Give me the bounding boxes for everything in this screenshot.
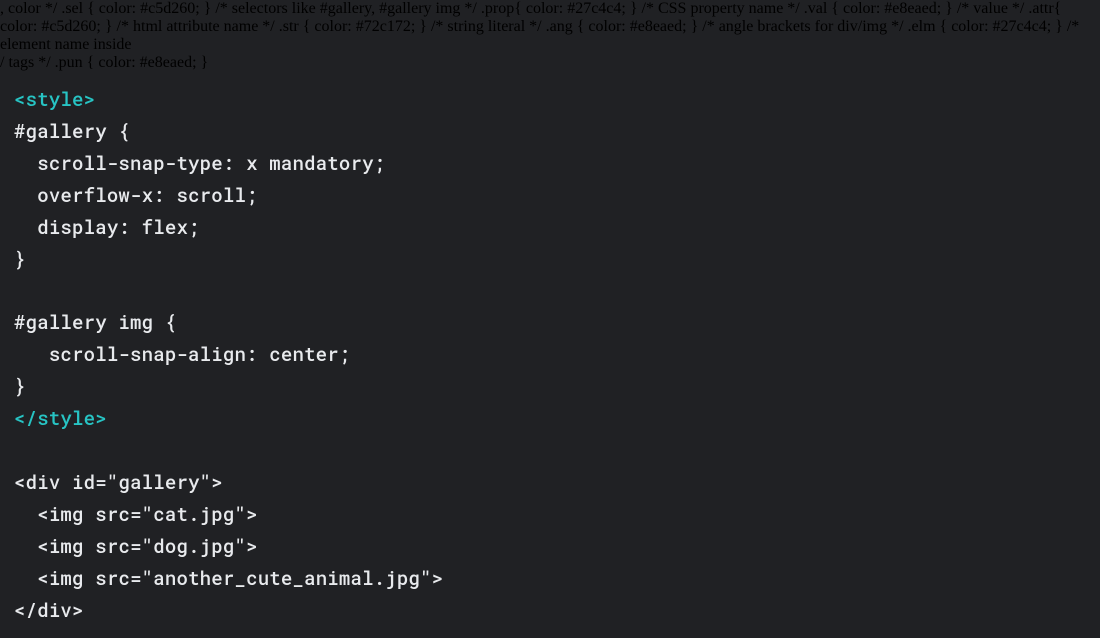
code-token: = [130,534,142,559]
code-token: } [14,247,26,272]
code-token: #gallery img [14,310,153,335]
code-line: scroll-snap-align: center; [14,342,351,367]
code-token: ; [188,215,200,240]
code-token: } [14,374,26,399]
code-token: : [246,342,269,367]
code-token: img [49,534,84,559]
code-token [14,215,37,240]
code-token: img [49,502,84,527]
code-token: src [95,502,130,527]
code-token [14,342,49,367]
code-line: <img src="dog.jpg"> [14,534,258,559]
code-token: > [432,566,444,591]
code-block: <style> #gallery { scroll-snap-type: x m… [0,72,1100,638]
code-line: </div> [14,598,84,623]
code-token [60,470,72,495]
code-token: < [37,534,49,559]
code-token: id [72,470,95,495]
code-token [84,502,96,527]
code-token: src [95,566,130,591]
code-line: <style> [14,87,95,112]
code-token: = [130,566,142,591]
code-token: "gallery" [107,470,211,495]
code-token: : [118,215,141,240]
code-token: div [26,470,61,495]
code-token: scroll-snap-align [49,342,246,367]
code-token: img [49,566,84,591]
code-token: : [223,151,246,176]
code-line: <img src="another_cute_animal.jpg"> [14,566,443,591]
code-line: #gallery img { [14,310,176,335]
code-line: <div id="gallery"> [14,470,223,495]
code-token [14,534,37,559]
code-token: < [37,502,49,527]
code-line: #gallery { [14,119,130,144]
code-token: scroll-snap-type [37,151,223,176]
code-token: "dog.jpg" [142,534,246,559]
code-token: { [153,310,176,335]
code-token: < [37,566,49,591]
code-token [14,183,37,208]
code-token [84,534,96,559]
code-token: > [246,502,258,527]
code-token: = [130,502,142,527]
code-token: < [14,470,26,495]
code-token: overflow-x [37,183,153,208]
code-token: > [211,470,223,495]
code-line: } [14,247,26,272]
code-line: display: flex; [14,215,200,240]
code-token: <style> [14,87,95,112]
code-token: center [269,342,339,367]
code-token: > [246,534,258,559]
code-token: div [37,598,72,623]
code-token [14,566,37,591]
code-line: <img src="cat.jpg"> [14,502,258,527]
code-token: scroll [176,183,246,208]
code-token: display [37,215,118,240]
code-token: "cat.jpg" [142,502,246,527]
code-token: "another_cute_animal.jpg" [142,566,432,591]
code-token: </ [14,598,37,623]
code-token: </style> [14,406,107,431]
code-token: #gallery [14,119,107,144]
code-line: overflow-x: scroll; [14,183,258,208]
code-line: </style> [14,406,107,431]
code-token [84,566,96,591]
code-token [14,502,37,527]
code-line: scroll-snap-type: x mandatory; [14,151,385,176]
code-token: : [153,183,176,208]
code-token: src [95,534,130,559]
code-token: > [72,598,84,623]
code-token: ; [339,342,351,367]
code-token: x mandatory [246,151,374,176]
code-token [14,151,37,176]
code-token: = [95,470,107,495]
code-token: ; [374,151,386,176]
code-token: ; [246,183,258,208]
code-token: { [107,119,130,144]
code-line: } [14,374,26,399]
code-token: flex [142,215,188,240]
